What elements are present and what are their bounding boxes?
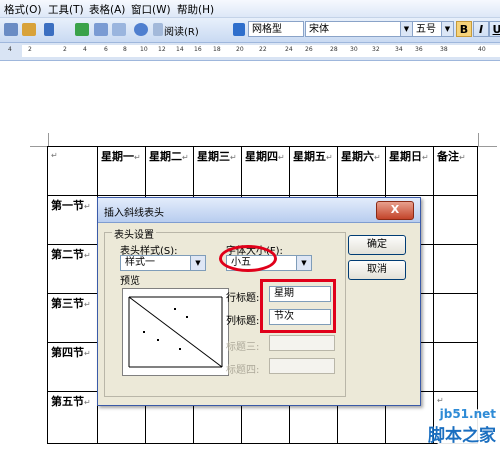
menu-tools[interactable]: 工具(T) — [48, 2, 84, 17]
menu-bar: 格式(O) 工具(T) 表格(A) 窗口(W) 帮助(H) — [0, 0, 500, 18]
chevron-down-icon: ▼ — [190, 256, 205, 270]
style-combo[interactable]: 网格型 — [248, 21, 304, 37]
ruler-tick: 24 — [285, 46, 293, 53]
table-cell[interactable]: 星期日↵ — [385, 146, 434, 196]
read-button[interactable]: 阅读(R) — [164, 23, 199, 38]
ruler-tick: 32 — [372, 46, 380, 53]
paste-icon[interactable] — [22, 23, 36, 36]
ruler-tick: 34 — [395, 46, 403, 53]
table-row-label[interactable]: 第四节↵ — [47, 342, 98, 392]
close-button[interactable]: X — [376, 201, 414, 220]
menu-window[interactable]: 窗口(W) — [131, 2, 171, 17]
menu-help[interactable]: 帮助(H) — [177, 2, 214, 17]
table-corner-cell[interactable]: ↵ — [47, 146, 98, 196]
chevron-down-icon: ▼ — [441, 22, 453, 36]
formatting-toolbar: 阅读(R) 网格型 宋体 ▼ 五号 ▼ B I U — [0, 18, 500, 43]
watermark: jb51.net 脚本之家 — [428, 407, 496, 446]
title3-input[interactable] — [269, 335, 335, 351]
table-header-row: ↵ 星期一↵ 星期二↵ 星期三↵ 星期四↵ 星期五↵ 星期六↵ 星期日↵ 备注↵ — [47, 146, 478, 196]
ruler-tick: 38 — [440, 46, 448, 53]
table-cell[interactable]: 星期二↵ — [145, 146, 194, 196]
ruler-tick: 6 — [104, 46, 108, 53]
read-icon[interactable] — [153, 23, 163, 36]
font-combo[interactable]: 宋体 ▼ — [305, 21, 413, 37]
menu-table[interactable]: 表格(A) — [89, 2, 125, 17]
watermark-name: 脚本之家 — [428, 426, 496, 446]
dialog-title: 插入斜线表头 — [104, 208, 164, 219]
crop-mark — [478, 133, 497, 147]
table-cell[interactable]: 备注↵ — [433, 146, 478, 196]
header-preview — [122, 288, 229, 376]
undo-icon[interactable] — [44, 23, 54, 36]
ruler-tick: 26 — [305, 46, 313, 53]
table-row-label[interactable]: 第一节↵ — [47, 195, 98, 245]
font-size-combo[interactable]: 五号 ▼ — [412, 21, 454, 37]
italic-button[interactable]: I — [473, 21, 489, 37]
ruler-tick: 36 — [415, 46, 423, 53]
ruler-tick: 16 — [194, 46, 202, 53]
menu-format[interactable]: 格式(O) — [4, 2, 41, 17]
close-icon: X — [390, 203, 400, 216]
ruler-tick: 4 — [8, 46, 12, 53]
title4-input[interactable] — [269, 358, 335, 374]
styles-icon[interactable] — [233, 23, 245, 36]
table-cell[interactable]: 星期四↵ — [241, 146, 290, 196]
table-row-label[interactable]: 第三节↵ — [47, 293, 98, 343]
ruler-tick: 40 — [478, 46, 486, 53]
ruler-tick: 2 — [28, 46, 32, 53]
annotation-ellipse — [219, 245, 277, 272]
table-cell[interactable]: 星期六↵ — [337, 146, 386, 196]
ruler-tick: 20 — [236, 46, 244, 53]
ruler-tick: 18 — [213, 46, 221, 53]
help-icon[interactable] — [134, 23, 148, 36]
ruler-tick: 22 — [259, 46, 267, 53]
cancel-button[interactable]: 取消 — [348, 260, 406, 280]
ruler-tick: 30 — [350, 46, 358, 53]
crop-mark — [30, 133, 49, 147]
table-cell[interactable]: 星期一↵ — [97, 146, 146, 196]
title3-label: 标题三: — [226, 342, 260, 353]
chevron-down-icon: ▼ — [400, 22, 412, 36]
insert-diagonal-header-dialog: 插入斜线表头 X 表头设置 表头样式(S): 样式一 ▼ 字体大小(F): 小五… — [97, 197, 421, 406]
header-style-select[interactable]: 样式一 ▼ — [120, 255, 206, 271]
watermark-url: jb51.net — [439, 407, 496, 421]
table-icon[interactable] — [94, 23, 108, 36]
row-title-label: 行标题: — [226, 293, 260, 304]
col-title-label: 列标题: — [226, 316, 260, 327]
ruler-tick: 14 — [176, 46, 184, 53]
dialog-title-bar[interactable]: 插入斜线表头 X — [98, 198, 420, 223]
bold-button[interactable]: B — [456, 21, 472, 37]
header-settings-label: 表头设置 — [112, 226, 156, 241]
title4-label: 标题四: — [226, 365, 260, 376]
table-cell[interactable]: 星期五↵ — [289, 146, 338, 196]
ruler-tick: 4 — [83, 46, 87, 53]
ruler-tick: 12 — [158, 46, 166, 53]
ruler-tick: 2 — [63, 46, 67, 53]
table-cell[interactable]: 星期三↵ — [193, 146, 242, 196]
table-row-label[interactable]: 第二节↵ — [47, 244, 98, 294]
ruler-tick: 8 — [123, 46, 127, 53]
annotation-rectangle — [260, 279, 336, 333]
hyperlink-icon[interactable] — [75, 23, 89, 36]
ruler-tick: 10 — [140, 46, 148, 53]
ruler-tick: 28 — [330, 46, 338, 53]
columns-icon[interactable] — [112, 23, 126, 36]
diagonal-preview-graphic — [128, 296, 223, 368]
underline-button[interactable]: U — [489, 21, 500, 37]
preview-label: 预览 — [120, 276, 140, 287]
horizontal-ruler[interactable]: 4 2 2 4 6 8 10 12 14 16 18 20 22 24 26 2… — [0, 43, 500, 61]
copy-icon[interactable] — [4, 23, 18, 36]
ok-button[interactable]: 确定 — [348, 235, 406, 255]
chevron-down-icon: ▼ — [296, 256, 311, 270]
table-row-label[interactable]: 第五节↵ — [47, 391, 98, 444]
